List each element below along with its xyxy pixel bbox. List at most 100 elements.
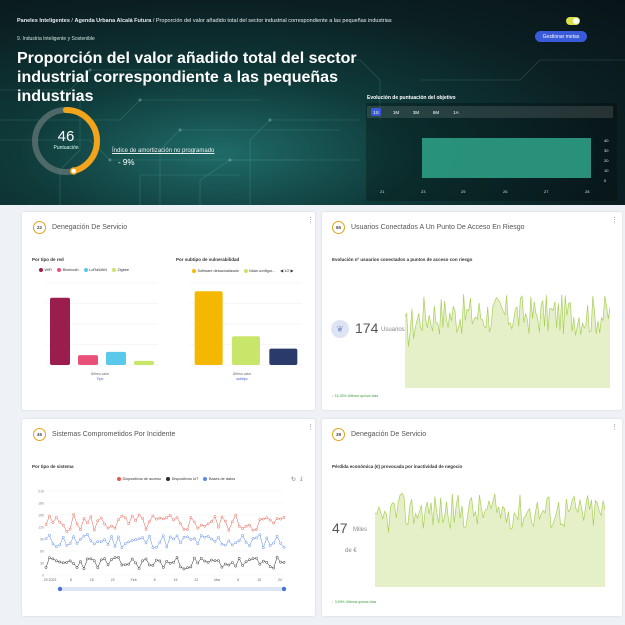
- amortization-label[interactable]: Índice de amortización no programado: [112, 148, 214, 154]
- series-point: [206, 535, 210, 538]
- more-icon[interactable]: ⋮: [307, 216, 314, 224]
- score-value: 46: [57, 128, 75, 145]
- y-tick: 0: [604, 178, 607, 183]
- bar: [269, 348, 298, 365]
- bar: [232, 336, 260, 365]
- series-point: [158, 559, 162, 563]
- series-point: [265, 561, 269, 564]
- goal-category: 9. Industria Inteligente y Sostenible: [17, 36, 95, 42]
- section-title: Evolución nº usuarios conectados a punto…: [332, 257, 473, 262]
- series-point: [68, 542, 72, 545]
- series-point: [272, 566, 276, 570]
- legend-dot: [192, 268, 196, 273]
- series-point: [217, 525, 220, 529]
- series-point: [144, 527, 148, 531]
- series-point: [210, 558, 213, 562]
- series-point: [203, 559, 207, 563]
- series-point: [165, 545, 169, 549]
- series-point: [103, 522, 106, 526]
- legend-item[interactable]: Zigbee: [111, 268, 129, 272]
- zoom-slider-track: [60, 587, 284, 591]
- legend-label: Dispositivos de acceso: [122, 477, 162, 481]
- more-icon[interactable]: ⋮: [307, 423, 314, 431]
- zoom-handle-left: [57, 586, 63, 592]
- series-point: [182, 535, 186, 539]
- indicator-badge: 39: [332, 428, 345, 441]
- range-tab[interactable]: 6M: [431, 108, 441, 116]
- legend-item[interactable]: Software desactualizado: [192, 268, 239, 273]
- series-point: [234, 564, 238, 568]
- legend-item[interactable]: Bases de datos: [203, 477, 235, 481]
- manage-goals-button[interactable]: Gestionar metas: [535, 31, 587, 42]
- series-point: [189, 538, 193, 541]
- legend-item[interactable]: Mala configur...: [243, 268, 275, 273]
- more-icon[interactable]: ⋮: [611, 423, 618, 431]
- section-title: Por tipo de sistema: [32, 464, 74, 469]
- y-tick: 150: [38, 513, 44, 517]
- series-point: [272, 541, 276, 545]
- series-point: [244, 524, 248, 528]
- series-point: [61, 523, 65, 527]
- series-point: [58, 520, 62, 524]
- series-point: [137, 513, 141, 517]
- series-point: [282, 545, 286, 549]
- chart-legend: Software desactualizado Mala configur...…: [192, 268, 293, 273]
- series-point: [130, 557, 134, 561]
- series-point: [261, 546, 265, 550]
- bar: [78, 355, 98, 365]
- series-point: [92, 542, 96, 546]
- series-point: [92, 528, 96, 532]
- legend-item[interactable]: LoRaWAN: [83, 268, 107, 272]
- series-point: [113, 556, 117, 560]
- prev-icon[interactable]: ◀: [280, 269, 283, 273]
- series-point: [168, 514, 172, 517]
- download-icon[interactable]: ⤓: [300, 476, 303, 483]
- more-icon[interactable]: ⋮: [611, 216, 618, 224]
- y-tick: 30: [604, 148, 609, 153]
- range-tab[interactable]: 1A: [451, 108, 461, 116]
- range-tab[interactable]: 1M: [391, 108, 401, 116]
- evolution-title: Evolución de puntuación del objetivo: [367, 95, 456, 101]
- series-point: [255, 556, 258, 560]
- axis-label: Último valor: [90, 372, 110, 376]
- range-tab[interactable]: 3M: [411, 108, 421, 116]
- legend-item[interactable]: Dispositivos IoT: [166, 477, 198, 481]
- series-point: [117, 535, 120, 539]
- series-point: [282, 561, 286, 564]
- page-title: Proporción del valor añadido total del s…: [17, 50, 357, 105]
- legend-item[interactable]: Bluetooth: [57, 268, 79, 272]
- vulnerability-subtype-chart: [190, 282, 302, 366]
- refresh-icon[interactable]: ↻: [291, 476, 296, 483]
- series-point: [224, 519, 227, 523]
- series-point: [117, 555, 120, 559]
- series-point: [265, 516, 269, 520]
- legend-pager[interactable]: ◀ 1/2 ▶: [280, 268, 293, 273]
- theme-toggle[interactable]: [566, 17, 580, 25]
- legend-item[interactable]: Dispositivos de acceso: [117, 477, 161, 481]
- series-point: [141, 559, 144, 563]
- series-point: [268, 565, 272, 568]
- series-point: [161, 566, 165, 569]
- series-point: [123, 516, 127, 520]
- series-point: [220, 565, 224, 569]
- breadcrumb-item[interactable]: Agenda Urbana Alcalá Futura: [74, 18, 151, 24]
- breadcrumb-item[interactable]: Paneles Inteligentes: [17, 18, 70, 24]
- series-point: [89, 557, 93, 561]
- users-evolution-chart: [405, 294, 610, 388]
- next-icon[interactable]: ▶: [290, 269, 293, 273]
- series-point: [48, 514, 51, 518]
- legend-item[interactable]: WiFi: [39, 268, 52, 272]
- series-point: [227, 539, 231, 543]
- series-point: [179, 565, 182, 569]
- legend-dot: [57, 268, 62, 272]
- series-point: [123, 563, 127, 567]
- series-point: [258, 562, 262, 566]
- series-point: [213, 559, 217, 563]
- series-point: [82, 534, 86, 538]
- y-tick: 60: [40, 549, 44, 553]
- series-point: [196, 542, 200, 546]
- range-tab[interactable]: 1S: [371, 108, 381, 116]
- series-point: [192, 520, 196, 524]
- series-point: [248, 558, 251, 562]
- series-point: [203, 524, 207, 528]
